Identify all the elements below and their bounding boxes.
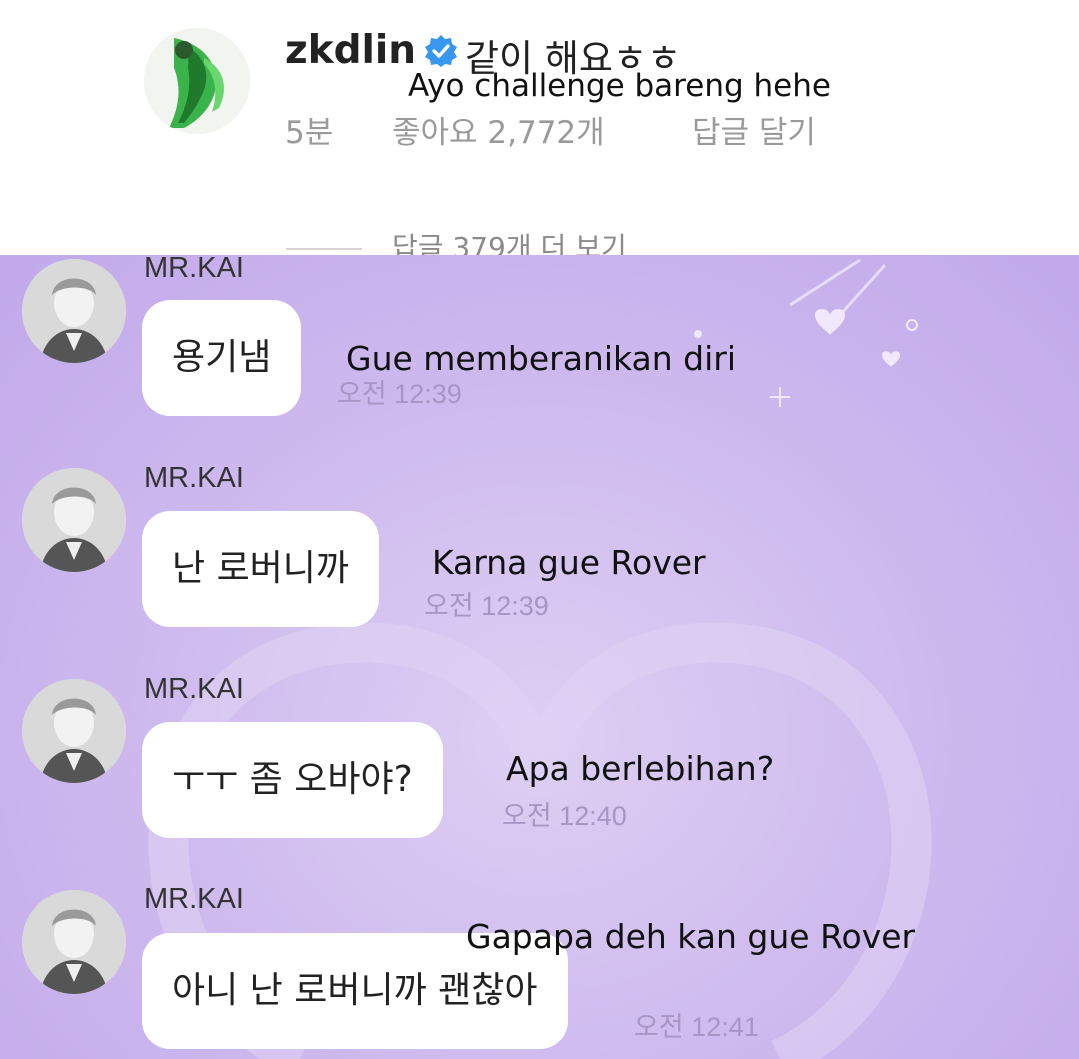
sender-name: MR.KAI <box>144 462 244 494</box>
message-translation: Gapapa deh kan gue Rover <box>466 917 916 956</box>
divider-line <box>286 248 362 250</box>
message-bubble[interactable]: 용기냄 <box>142 300 302 416</box>
message-bubble[interactable]: 난 로버니까 <box>142 511 380 627</box>
reply-button[interactable]: 답글 달기 <box>692 107 816 152</box>
commenter-username[interactable]: zkdlin <box>285 28 416 73</box>
message-translation: Apa berlebihan? <box>506 749 775 788</box>
verified-badge-icon <box>425 35 457 67</box>
instagram-comment: zkdlin 같이 해요ㅎㅎ Ayo challenge bareng hehe… <box>0 0 1079 264</box>
chat-area: MR.KAI 용기냄 오전 12:39 Gue memberanikan dir… <box>0 255 1079 1059</box>
sender-avatar[interactable] <box>22 259 126 363</box>
commenter-avatar[interactable] <box>144 28 250 134</box>
comment-time: 5분 <box>285 115 334 151</box>
message-time: 오전 12:41 <box>634 1012 759 1042</box>
sender-avatar[interactable] <box>22 468 126 572</box>
sender-name: MR.KAI <box>144 673 244 705</box>
sender-avatar[interactable] <box>22 890 126 994</box>
sender-avatar[interactable] <box>22 679 126 783</box>
message-translation: Karna gue Rover <box>432 543 706 582</box>
message-time: 오전 12:39 <box>424 591 549 621</box>
message-time: 오전 12:40 <box>502 801 627 831</box>
sender-name: MR.KAI <box>144 883 244 915</box>
sender-name: MR.KAI <box>144 255 244 284</box>
comment-likes[interactable]: 좋아요 2,772개 <box>392 107 605 152</box>
message-translation: Gue memberanikan diri <box>346 339 737 378</box>
message-bubble[interactable]: ㅜㅜ 좀 오바야? <box>142 722 443 838</box>
comment-translation: Ayo challenge bareng hehe <box>408 68 831 104</box>
